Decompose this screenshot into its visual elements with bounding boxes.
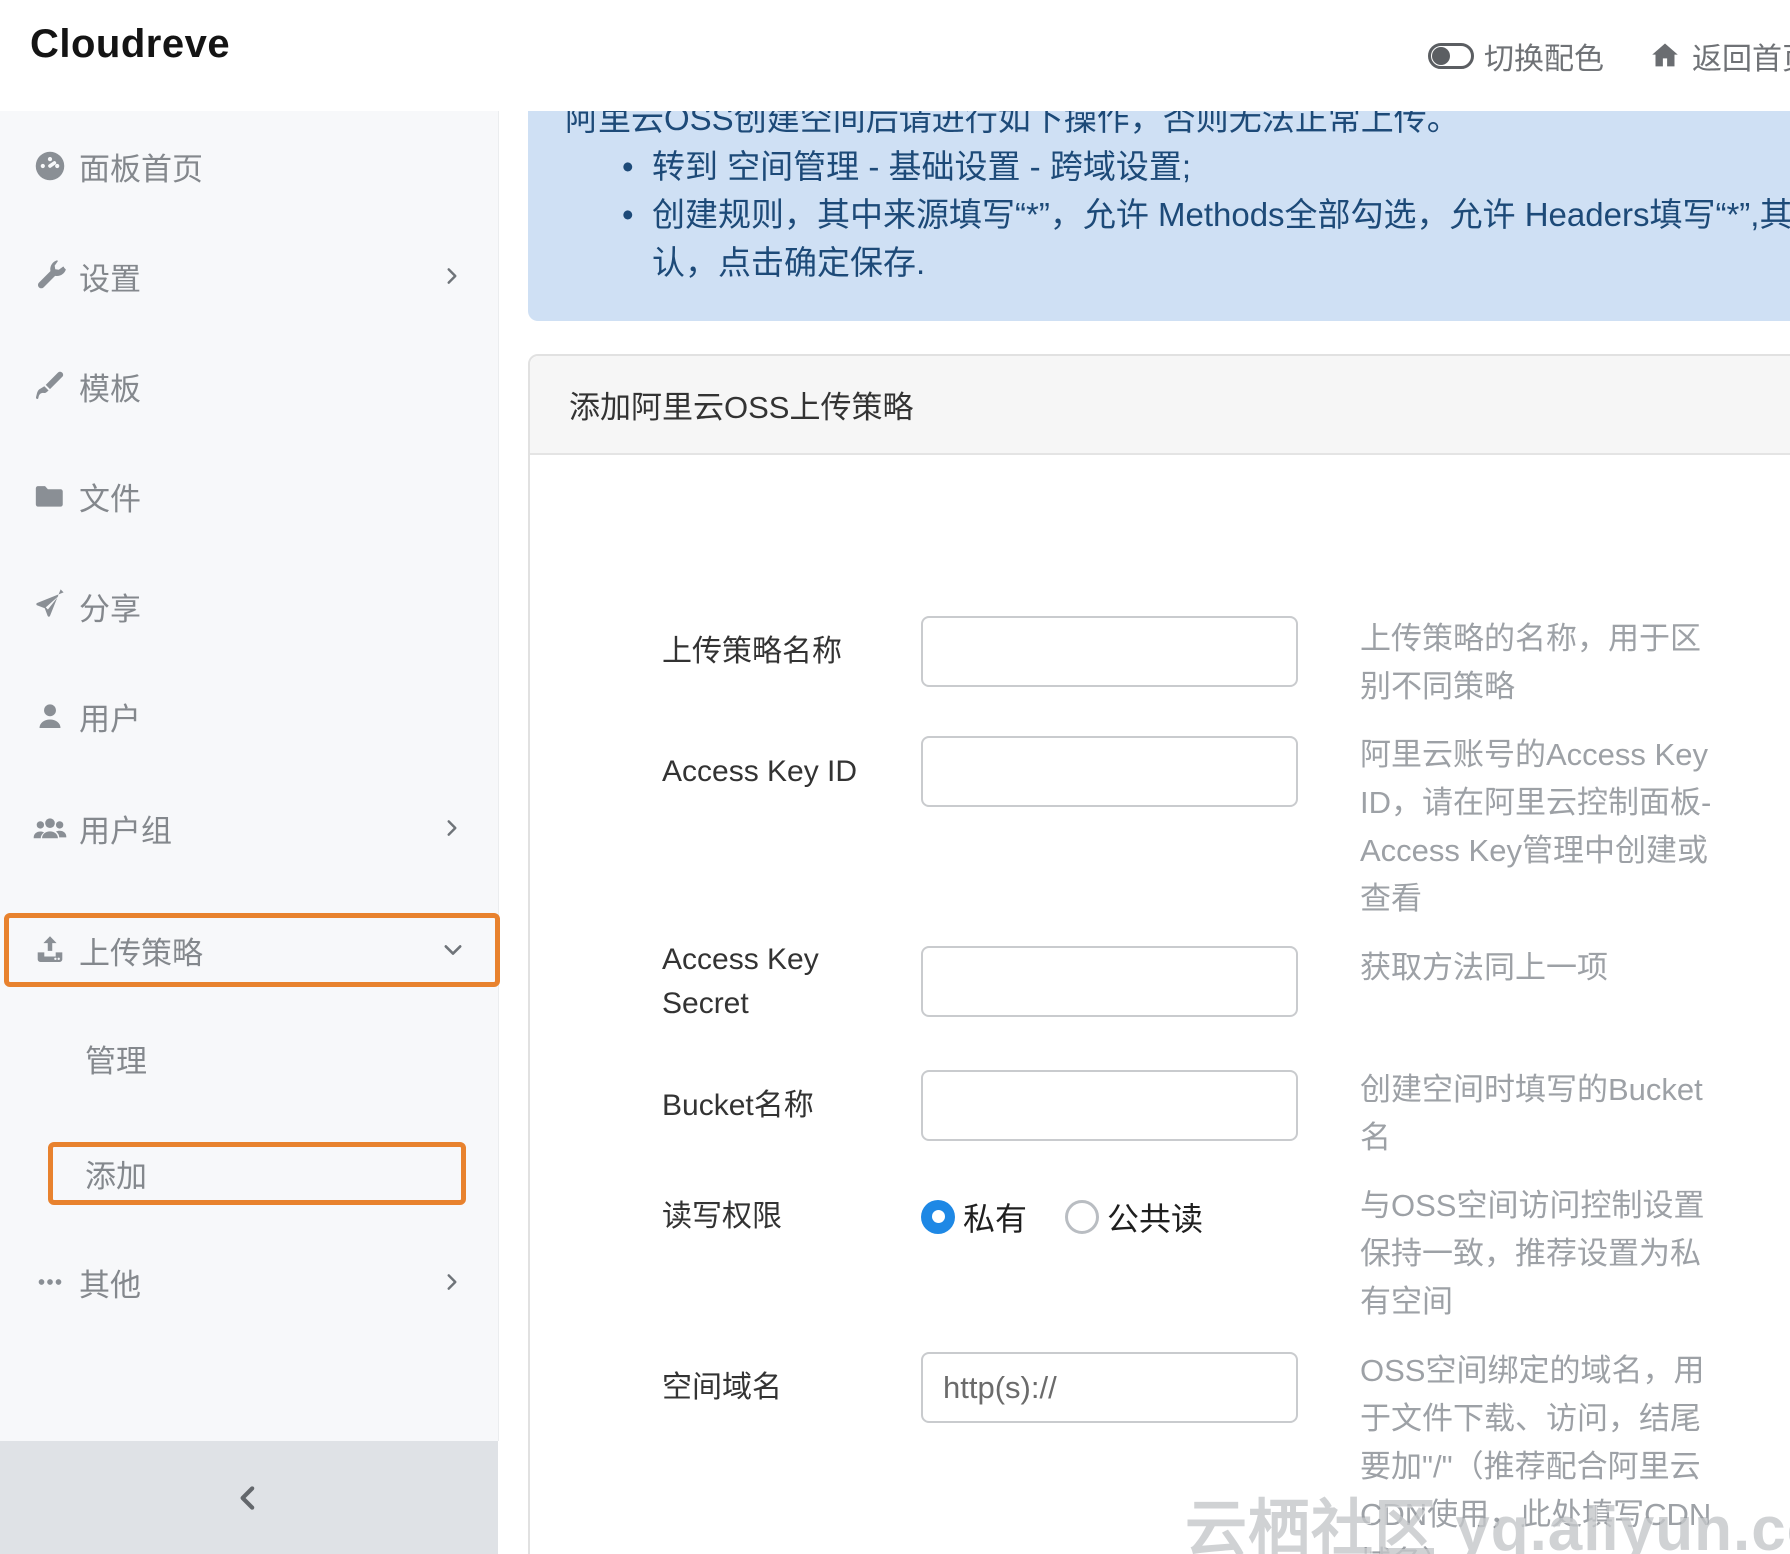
rw-permission-label: 读写权限 (662, 1199, 782, 1233)
toggle-theme-label: 切换配色 (1484, 42, 1604, 76)
admin-page: 阿里云OSS创建空间后请进行如下操作，否则无法正常上传。 • 转到 空间管理 -… (0, 0, 1790, 1554)
paper-plane-icon (31, 589, 69, 623)
bucket-name-label: Bucket名称 (662, 1088, 814, 1122)
form-row-rw-permission: 读写权限 私有 公共读 (662, 1181, 1203, 1252)
sidebar-item-others[interactable]: 其他 (0, 1247, 497, 1317)
notice-bullet-1: • 转到 空间管理 - 基础设置 - 跨域设置; (565, 143, 1790, 191)
add-oss-policy-card: 添加阿里云OSS上传策略 上传策略名称 上传策略的名称，用于区 别不同策略 Ac… (528, 354, 1790, 1554)
paintbrush-icon (31, 369, 69, 403)
sidebar-item-users[interactable]: 用户 (0, 681, 497, 751)
app-logo[interactable]: Cloudreve (30, 22, 230, 67)
form-row-access-key-id: Access Key ID (662, 736, 1298, 807)
rw-permission-help: 与OSS空间访问控制设置 保持一致，推荐设置为私 有空间 (1360, 1188, 1705, 1319)
access-key-secret-input[interactable] (921, 946, 1298, 1017)
sidebar-item-manage-policies[interactable]: 管理 (0, 1023, 497, 1093)
rw-permission-radio-group: 私有 公共读 (921, 1194, 1203, 1240)
sidebar-item-templates[interactable]: 模板 (0, 351, 497, 421)
chevron-down-icon (441, 938, 465, 962)
radio-public-read-label[interactable]: 公共读 (1107, 1194, 1203, 1240)
sidebar-collapse-bar[interactable] (0, 1441, 498, 1554)
form-row-access-key-secret: Access Key Secret (662, 943, 1298, 1020)
form-row-bucket-name: Bucket名称 (662, 1070, 1298, 1141)
back-home-label: 返回首页 (1692, 42, 1790, 76)
sidebar-item-settings[interactable]: 设置 (0, 241, 497, 311)
sidebar-item-label: 用户 (79, 701, 141, 737)
sidebar-item-shares[interactable]: 分享 (0, 571, 497, 641)
access-key-secret-label: Access Key Secret (662, 942, 819, 1020)
theme-toggle-icon (1428, 42, 1474, 69)
back-home-button[interactable]: 返回首页 (1648, 34, 1790, 78)
chevron-left-icon (233, 1482, 265, 1514)
sidebar-item-label: 文件 (79, 481, 141, 517)
sidebar-item-label: 上传策略 (79, 935, 203, 971)
site-watermark: 云栖社区 yq.aliyun.com (1185, 1495, 1790, 1554)
home-icon (1648, 39, 1682, 73)
policy-name-input[interactable] (921, 616, 1298, 687)
header-actions: 切换配色 返回首页 (1428, 0, 1790, 111)
notice-bullet-1-text: 转到 空间管理 - 基础设置 - 跨域设置; (652, 148, 1191, 185)
oss-setup-notice: 阿里云OSS创建空间后请进行如下操作，否则无法正常上传。 • 转到 空间管理 -… (528, 75, 1790, 321)
bucket-name-help: 创建空间时填写的Bucket 名 (1360, 1072, 1703, 1155)
notice-bullet-2-text: 创建规则，其中来源填写“*”，允许 Methods全部勾选，允许 Headers… (652, 196, 1790, 233)
notice-bullet-2: • 创建规则，其中来源填写“*”，允许 Methods全部勾选，允许 Heade… (565, 191, 1790, 239)
sidebar-item-label: 设置 (79, 261, 141, 297)
dashboard-icon (31, 148, 69, 184)
toggle-theme-button[interactable]: 切换配色 (1428, 34, 1604, 78)
upload-icon (31, 932, 69, 968)
radio-private-label[interactable]: 私有 (963, 1194, 1027, 1240)
users-icon (31, 811, 69, 845)
policy-name-help: 上传策略的名称，用于区 别不同策略 (1360, 621, 1701, 704)
sidebar-item-label: 管理 (85, 1043, 147, 1079)
sidebar-item-label: 其他 (79, 1267, 141, 1303)
access-key-id-label: Access Key ID (662, 754, 858, 788)
bullet-dot: • (622, 148, 634, 185)
sidebar-item-label: 分享 (79, 591, 141, 627)
sidebar-item-label: 添加 (85, 1159, 147, 1194)
top-bar: Cloudreve 切换配色 返回首页 (0, 0, 1790, 111)
card-header: 添加阿里云OSS上传策略 (530, 356, 1790, 455)
ellipsis-icon (31, 1265, 69, 1299)
radio-public-read[interactable] (1065, 1199, 1100, 1234)
chevron-right-icon (441, 265, 463, 287)
sidebar-item-user-groups[interactable]: 用户组 (0, 793, 497, 863)
form-row-bucket-domain: 空间域名 (662, 1352, 1298, 1423)
sidebar-item-upload-policy[interactable]: 上传策略 (4, 913, 500, 987)
bucket-domain-input[interactable] (921, 1352, 1298, 1423)
access-key-id-input[interactable] (921, 736, 1298, 807)
folder-icon (31, 479, 69, 513)
access-key-secret-help: 获取方法同上一项 (1360, 950, 1608, 985)
sidebar: 面板首页 设置 模板 文件 分享 用户 用户组 上传策略 管理 添加 其他 (0, 111, 500, 1441)
notice-closing: 认，点击确定保存. (652, 244, 926, 281)
wrench-icon (31, 259, 69, 293)
bucket-name-input[interactable] (921, 1070, 1298, 1141)
radio-private[interactable] (921, 1199, 955, 1234)
bullet-dot: • (622, 196, 634, 233)
sidebar-item-files[interactable]: 文件 (0, 461, 497, 531)
bucket-domain-label: 空间域名 (662, 1370, 782, 1404)
sidebar-item-dashboard[interactable]: 面板首页 (0, 131, 497, 201)
access-key-id-help: 阿里云账号的Access Key ID，请在阿里云控制面板- Access Ke… (1360, 737, 1712, 916)
form-row-policy-name: 上传策略名称 (662, 616, 1298, 687)
user-icon (31, 699, 69, 733)
chevron-right-icon (441, 817, 463, 839)
card-title: 添加阿里云OSS上传策略 (569, 390, 914, 425)
sidebar-item-add-policy[interactable]: 添加 (48, 1142, 466, 1205)
sidebar-item-label: 模板 (79, 371, 141, 407)
chevron-right-icon (441, 1271, 463, 1293)
policy-name-label: 上传策略名称 (662, 634, 842, 668)
sidebar-item-label: 面板首页 (79, 151, 203, 187)
sidebar-item-label: 用户组 (79, 813, 172, 849)
